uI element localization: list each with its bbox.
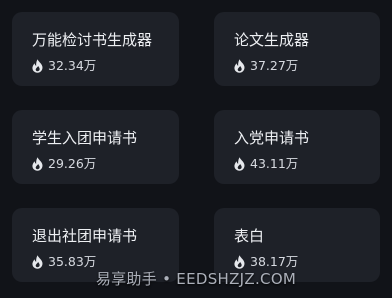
card-title: 入党申请书 (234, 129, 310, 147)
tool-grid-page: 万能检讨书生成器 32.34万 论文生成器 37.27万 学生入团申请书 29.… (0, 0, 392, 298)
tool-card-paper-generator[interactable]: 论文生成器 37.27万 (214, 12, 380, 86)
card-title: 论文生成器 (234, 31, 310, 49)
card-meta: 32.34万 (32, 57, 179, 75)
card-title: 退出社团申请书 (32, 227, 138, 245)
card-title: 万能检讨书生成器 (32, 31, 153, 49)
hot-count: 43.11万 (250, 156, 299, 171)
tool-card-checklist-generator[interactable]: 万能检讨书生成器 32.34万 (12, 12, 179, 86)
card-meta: 37.27万 (234, 57, 380, 75)
flame-icon (234, 157, 245, 171)
card-meta: 43.11万 (234, 155, 380, 173)
hot-count: 29.26万 (48, 156, 97, 171)
hot-count: 37.27万 (250, 58, 299, 73)
watermark: 易享助手 • EEDSHZJZ.COM (95, 270, 297, 288)
flame-icon (32, 157, 43, 171)
hot-count: 32.34万 (48, 58, 97, 73)
card-title: 学生入团申请书 (32, 129, 138, 147)
flame-icon (32, 255, 43, 269)
flame-icon (32, 59, 43, 73)
flame-icon (234, 59, 245, 73)
tool-card-youth-league-application[interactable]: 学生入团申请书 29.26万 (12, 110, 179, 184)
tool-card-party-application[interactable]: 入党申请书 43.11万 (214, 110, 380, 184)
flame-icon (234, 255, 245, 269)
card-title: 表白 (234, 227, 265, 245)
card-meta: 29.26万 (32, 155, 179, 173)
